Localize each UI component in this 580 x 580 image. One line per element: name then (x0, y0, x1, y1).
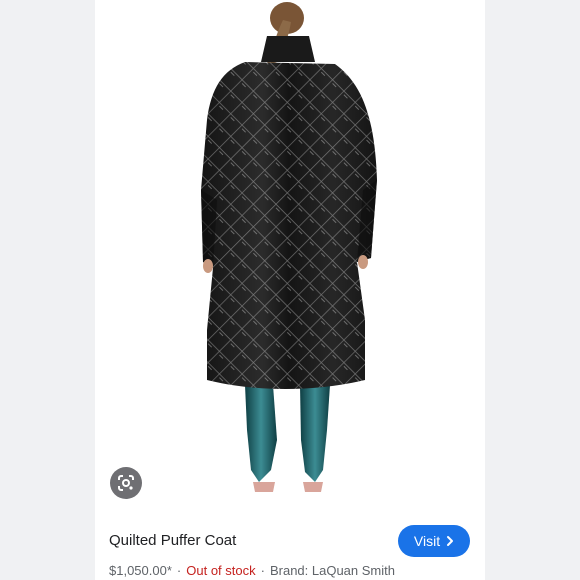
product-title[interactable]: Quilted Puffer Coat (109, 532, 236, 549)
visit-button[interactable]: Visit (398, 525, 470, 557)
chevron-right-icon (447, 536, 454, 546)
visit-label: Visit (413, 533, 441, 549)
google-lens-button[interactable] (110, 467, 142, 499)
price: $1,050.00* (109, 563, 172, 578)
product-image[interactable] (95, 0, 485, 520)
google-lens-icon (118, 475, 134, 491)
left-margin (0, 0, 95, 580)
meta-separator: · (176, 563, 182, 578)
coat-photo (201, 2, 377, 492)
stock-status: Out of stock (186, 563, 256, 578)
brand: Brand: LaQuan Smith (269, 563, 395, 578)
right-margin (485, 0, 580, 580)
meta-separator: · (260, 563, 265, 578)
product-meta: $1,050.00* · Out of stock · Brand: LaQuan Sm… (109, 563, 395, 578)
product-card[interactable]: Quilted Puffer Coat Visit $1,050.00* · Out… (95, 0, 485, 580)
